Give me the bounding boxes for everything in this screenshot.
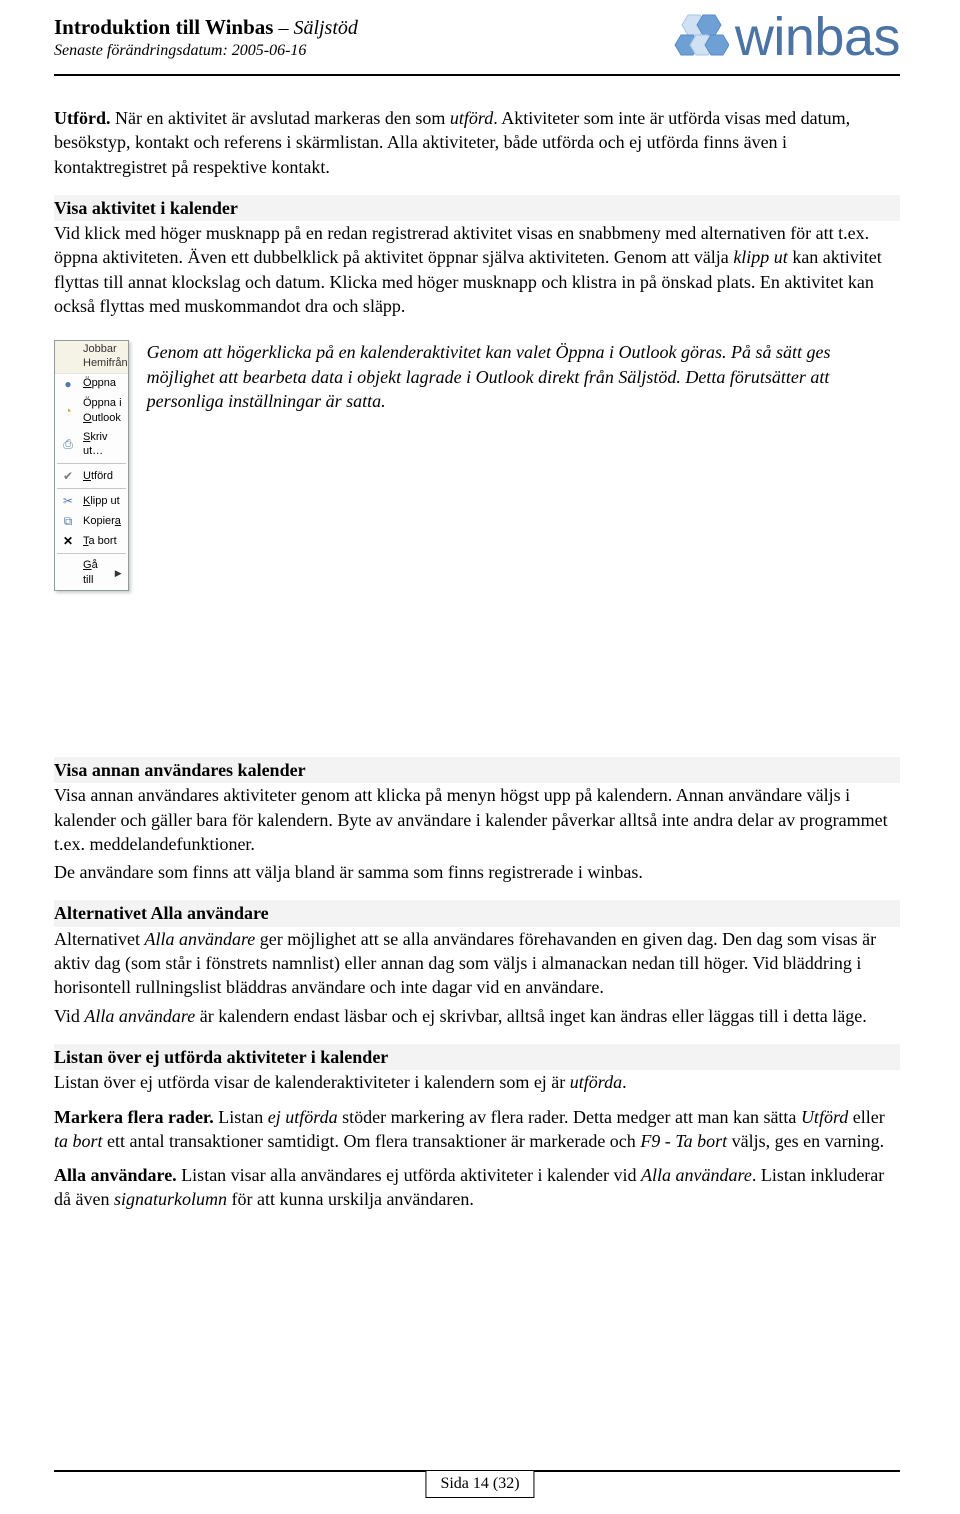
delete-icon: ✕ [59, 533, 77, 549]
heading-lista-ej-utforda: Listan över ej utförda aktiviteter i kal… [54, 1044, 900, 1070]
heading-visa-annan: Visa annan användares kalender [54, 757, 900, 783]
winbas-logo: winbas [671, 10, 900, 64]
menu-item-goto[interactable]: Gå till ▶ [55, 556, 128, 590]
paragraph-alla-anvandare-list: Alla användare. Listan visar alla använd… [54, 1163, 900, 1212]
logo-text: winbas [735, 10, 900, 64]
print-icon: ⎙ [59, 436, 77, 452]
menu-item-cut[interactable]: ✂ Klipp ut [55, 491, 128, 511]
paragraph-visa-annan-1: Visa annan användares aktiviteter genom … [54, 783, 900, 856]
paragraph-utford: Utförd. När en aktivitet är avslutad mar… [54, 106, 900, 179]
paragraph-alla-1: Alternativet Alla användare ger möjlighe… [54, 927, 900, 1000]
menu-item-copy[interactable]: ⧉ Kopiera [55, 511, 128, 531]
check-icon: ✔ [59, 468, 77, 484]
submenu-arrow-icon: ▶ [115, 567, 122, 579]
paragraph-visa-annan-2: De användare som finns att välja bland ä… [54, 860, 900, 884]
menu-item-delete[interactable]: ✕ Ta bort [55, 531, 128, 551]
menu-item-print[interactable]: ⎙ Skriv ut… [55, 428, 128, 462]
paragraph-markera: Markera flera rader. Listan ej utförda s… [54, 1105, 900, 1154]
cut-icon: ✂ [59, 493, 77, 509]
copy-icon: ⧉ [59, 513, 77, 529]
heading-visa-kalender: Visa aktivitet i kalender [54, 195, 900, 221]
doc-date: Senaste förändringsdatum: 2005-06-16 [54, 41, 358, 61]
header-divider [54, 74, 900, 76]
heading-alla-anvandare: Alternativet Alla användare [54, 900, 900, 926]
context-menu: Jobbar Hemifrån ● Öppna ◔ Öppna i Outloo… [54, 340, 129, 591]
open-icon: ● [59, 376, 77, 392]
menu-item-open[interactable]: ● Öppna [55, 374, 128, 394]
menu-item-done[interactable]: ✔ Utförd [55, 466, 128, 486]
menu-header: Jobbar Hemifrån [55, 341, 128, 374]
doc-title: Introduktion till Winbas [54, 15, 273, 39]
paragraph-alla-2: Vid Alla användare är kalendern endast l… [54, 1004, 900, 1028]
paragraph-lista: Listan över ej utförda visar de kalender… [54, 1070, 900, 1094]
page-footer: Sida 14 (32) [425, 1470, 534, 1498]
paragraph-visa-kalender: Vid klick med höger musknapp på en redan… [54, 221, 900, 318]
blank-icon [59, 565, 77, 581]
doc-subtitle: – Säljstöd [273, 17, 357, 39]
paragraph-outlook-note: Genom att högerklicka på en kalenderakti… [147, 340, 900, 413]
logo-hex-icon [671, 13, 729, 61]
outlook-icon: ◔ [59, 403, 77, 419]
menu-item-open-outlook[interactable]: ◔ Öppna i Outlook [55, 394, 128, 428]
